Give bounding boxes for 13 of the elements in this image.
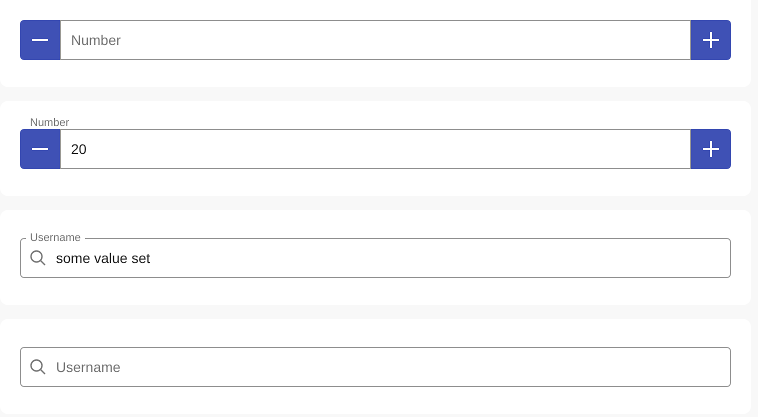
decrement-button[interactable]: [20, 20, 60, 60]
search-icon: [29, 358, 47, 376]
search-field[interactable]: Username: [20, 347, 731, 387]
number-field[interactable]: Number: [60, 20, 691, 60]
search-icon: [29, 249, 47, 267]
increment-button[interactable]: [691, 129, 731, 169]
decrement-button[interactable]: [20, 129, 60, 169]
plus-icon: [703, 141, 719, 157]
minus-icon: [32, 148, 48, 150]
increment-button[interactable]: [691, 20, 731, 60]
plus-icon: [703, 32, 719, 48]
number-field[interactable]: 20: [60, 129, 691, 169]
minus-icon: [32, 39, 48, 41]
